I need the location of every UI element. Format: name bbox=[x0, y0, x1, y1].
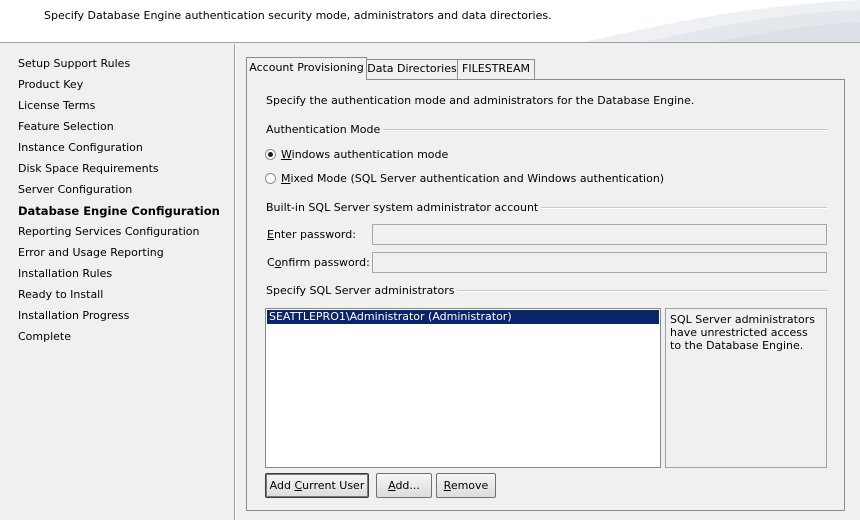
administrators-info-text: SQL Server administrators have unrestric… bbox=[665, 308, 827, 468]
nav-item-installation-rules[interactable]: Installation Rules bbox=[18, 264, 112, 284]
page-description: Specify Database Engine authentication s… bbox=[44, 9, 552, 22]
admins-group-title: Specify SQL Server administrators bbox=[266, 284, 458, 297]
panel-description: Specify the authentication mode and admi… bbox=[266, 94, 695, 107]
nav-item-installation-progress[interactable]: Installation Progress bbox=[18, 306, 129, 326]
mixed-mode-label: Mixed Mode (SQL Server authentication an… bbox=[281, 172, 665, 185]
mixed-mode-radio[interactable] bbox=[265, 173, 276, 184]
wizard-steps-sidebar: Setup Support Rules Product Key License … bbox=[0, 44, 234, 520]
administrators-list[interactable]: SEATTLEPRO1\Administrator (Administrator… bbox=[265, 308, 661, 468]
sa-account-group-title: Built-in SQL Server system administrator… bbox=[266, 201, 542, 214]
nav-item-reporting-services-configuration[interactable]: Reporting Services Configuration bbox=[18, 222, 199, 242]
nav-item-disk-space-requirements[interactable]: Disk Space Requirements bbox=[18, 159, 159, 179]
add-button[interactable]: Add... bbox=[376, 473, 432, 498]
windows-auth-radio-row[interactable]: Windows authentication mode bbox=[265, 148, 448, 161]
tab-data-directories[interactable]: Data Directories bbox=[366, 59, 458, 79]
enter-password-label: Enter password: bbox=[267, 228, 356, 241]
nav-item-server-configuration[interactable]: Server Configuration bbox=[18, 180, 132, 200]
enter-password-field[interactable] bbox=[372, 224, 827, 245]
mixed-mode-radio-row[interactable]: Mixed Mode (SQL Server authentication an… bbox=[265, 172, 664, 185]
header-swoosh-graphic bbox=[584, 0, 860, 42]
add-current-user-button[interactable]: Add Current User bbox=[265, 473, 369, 498]
sidebar-divider bbox=[234, 44, 236, 520]
confirm-password-field[interactable] bbox=[372, 252, 827, 273]
tab-filestream[interactable]: FILESTREAM bbox=[457, 59, 535, 79]
list-item[interactable]: SEATTLEPRO1\Administrator (Administrator… bbox=[267, 310, 659, 324]
remove-button[interactable]: Remove bbox=[436, 473, 496, 498]
windows-auth-label: Windows authentication mode bbox=[281, 148, 449, 161]
nav-item-feature-selection[interactable]: Feature Selection bbox=[18, 117, 114, 137]
windows-auth-radio[interactable] bbox=[265, 149, 276, 160]
confirm-password-label: Confirm password: bbox=[267, 256, 370, 269]
page-header: Specify Database Engine authentication s… bbox=[0, 0, 860, 43]
nav-item-setup-support-rules[interactable]: Setup Support Rules bbox=[18, 54, 130, 74]
account-provisioning-panel: Specify the authentication mode and admi… bbox=[246, 79, 845, 511]
nav-item-instance-configuration[interactable]: Instance Configuration bbox=[18, 138, 143, 158]
auth-mode-group-title: Authentication Mode bbox=[266, 123, 384, 136]
nav-item-database-engine-configuration[interactable]: Database Engine Configuration bbox=[18, 201, 220, 221]
nav-item-complete[interactable]: Complete bbox=[18, 327, 71, 347]
nav-item-license-terms[interactable]: License Terms bbox=[18, 96, 95, 116]
nav-item-ready-to-install[interactable]: Ready to Install bbox=[18, 285, 103, 305]
nav-item-product-key[interactable]: Product Key bbox=[18, 75, 83, 95]
nav-item-error-and-usage-reporting[interactable]: Error and Usage Reporting bbox=[18, 243, 164, 263]
tab-account-provisioning[interactable]: Account Provisioning bbox=[246, 57, 367, 80]
